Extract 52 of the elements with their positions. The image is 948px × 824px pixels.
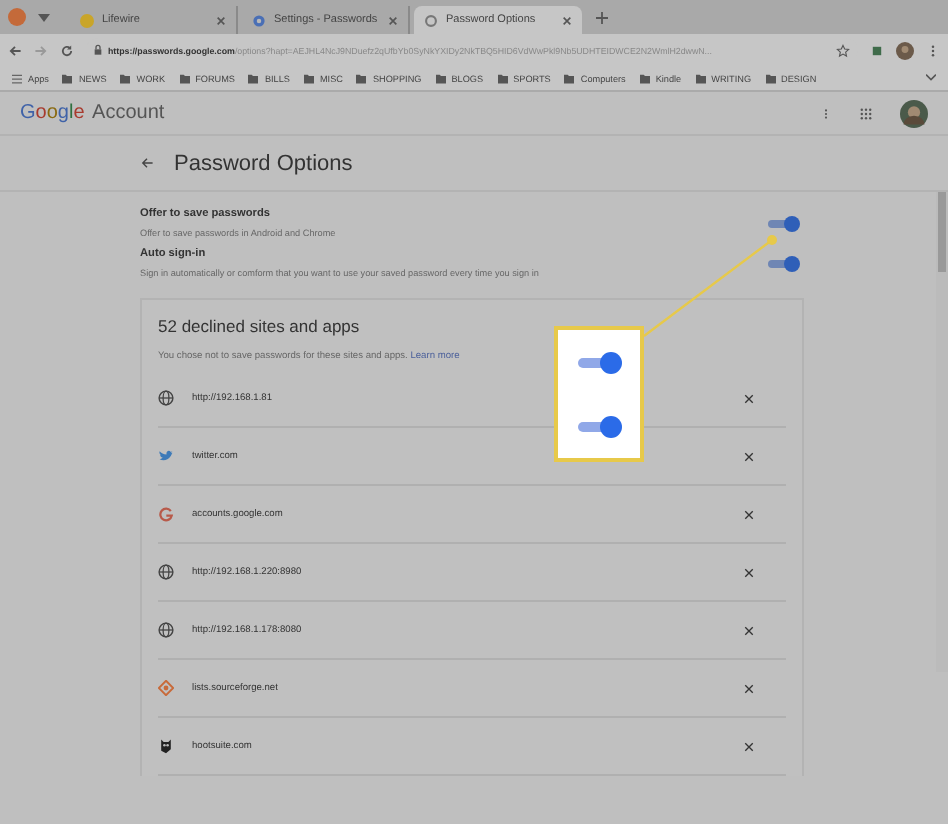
toggle-switch[interactable] [768,215,800,231]
back-icon[interactable] [8,43,22,57]
apps-grid-icon[interactable] [860,107,872,119]
toggle-switch[interactable] [768,255,800,271]
scrollbar[interactable] [936,192,948,672]
avatar-icon[interactable] [896,41,914,59]
remove-icon[interactable] [744,741,754,751]
caret-icon[interactable] [38,13,50,21]
close-icon[interactable] [562,15,572,25]
lock-icon [94,44,102,56]
folder-icon [303,73,314,83]
gear-icon [252,13,266,27]
card-title: 52 declined sites and apps [158,316,362,336]
new-tab-icon[interactable] [596,11,608,23]
remove-icon[interactable] [744,683,754,693]
apps-icon [12,73,22,83]
google-account-logo[interactable]: Google Account [20,102,165,124]
folder-icon [62,73,73,83]
remove-icon[interactable] [744,393,754,403]
folder-icon [120,73,131,83]
chevron-icon[interactable] [926,74,936,82]
extension-icon[interactable] [870,43,884,57]
globe-icon [158,622,174,638]
more-menu-icon[interactable] [926,43,940,57]
folder-icon [248,73,259,83]
reload-icon[interactable] [60,43,74,57]
folder-icon [356,73,367,83]
folder-icon [179,73,190,83]
close-icon[interactable] [388,15,398,25]
remove-icon[interactable] [744,625,754,635]
folder-icon [639,73,650,83]
avatar-icon[interactable] [900,99,928,127]
remove-icon[interactable] [744,509,754,519]
page-title: Password Options [174,151,353,175]
folder-icon [497,73,508,83]
owl-icon [158,738,174,754]
star-icon[interactable] [836,43,850,57]
folder-icon [564,73,575,83]
globe-icon [158,564,174,580]
lifewire-favicon-icon [80,13,94,27]
google-favicon-icon [424,13,438,27]
remove-icon[interactable] [744,451,754,461]
google-g-icon [158,506,174,522]
close-icon[interactable] [216,15,226,25]
remove-icon[interactable] [744,567,754,577]
back-icon[interactable] [140,156,154,170]
folder-icon [435,73,446,83]
diamond-icon [158,680,174,696]
folder-icon [765,73,776,83]
globe-icon [158,390,174,406]
folder-icon [695,73,706,83]
bird-icon [158,448,174,464]
